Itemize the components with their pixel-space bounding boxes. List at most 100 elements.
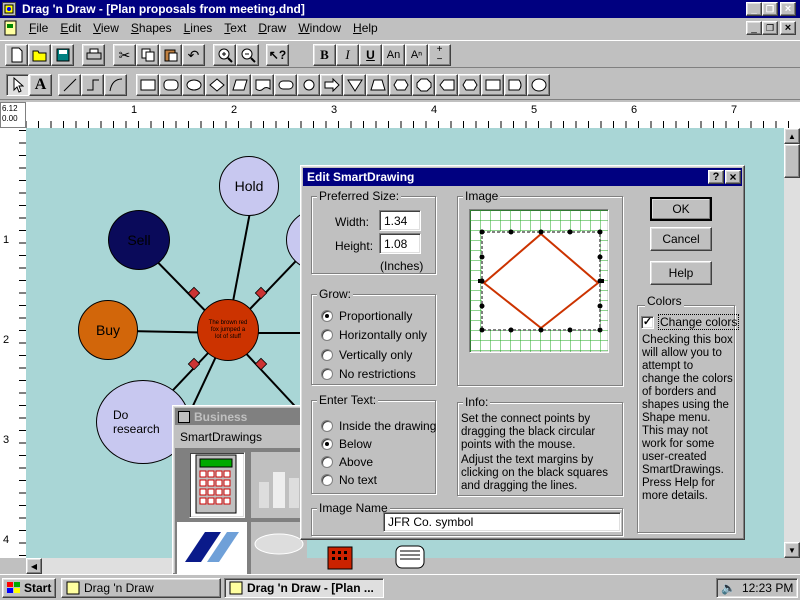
font-size-decrease[interactable]: − — [429, 55, 450, 65]
trapezoid-tool-icon[interactable] — [366, 74, 389, 96]
app-icon[interactable] — [2, 2, 16, 16]
underline-button[interactable]: U — [359, 44, 382, 66]
pointer-tool-icon[interactable] — [6, 74, 29, 96]
document-icon[interactable] — [3, 20, 21, 36]
dialog-help-icon[interactable]: ? — [708, 170, 724, 184]
gallery-item-logo-fax[interactable] — [177, 522, 247, 574]
italic-button[interactable]: I — [336, 44, 359, 66]
elbow-line-tool-icon[interactable] — [81, 74, 104, 96]
triangle-tool-icon[interactable] — [343, 74, 366, 96]
scroll-down-arrow-icon[interactable]: ▼ — [784, 542, 800, 558]
doc-restore-button[interactable]: ❐ — [762, 21, 778, 35]
doc-minimize-button[interactable]: _ — [746, 21, 762, 35]
coil-icon[interactable] — [388, 543, 432, 573]
grow-option-proportionally[interactable]: Proportionally — [321, 309, 412, 323]
copy-icon[interactable] — [136, 44, 159, 66]
paste-icon[interactable] — [159, 44, 182, 66]
vertical-scrollbar[interactable]: ▲ ▼ — [784, 128, 800, 558]
scroll-left-arrow-icon[interactable]: ◀ — [26, 558, 42, 574]
minimize-button[interactable]: _ — [746, 2, 762, 16]
dialog-title-bar[interactable]: Edit SmartDrawing ? × — [303, 168, 742, 186]
radio-above[interactable] — [321, 456, 333, 468]
doc-close-button[interactable]: × — [780, 21, 796, 35]
rounded-hex-tool-icon[interactable] — [458, 74, 481, 96]
hexagon-tool-icon[interactable] — [389, 74, 412, 96]
zoom-out-icon[interactable] — [236, 44, 259, 66]
octagon-tool-icon[interactable] — [412, 74, 435, 96]
menu-window[interactable]: Window — [292, 18, 347, 38]
flag-tool-icon[interactable] — [481, 74, 504, 96]
height-field[interactable] — [379, 233, 421, 254]
menu-edit[interactable]: Edit — [54, 18, 87, 38]
scroll-thumb[interactable] — [784, 144, 800, 178]
scroll-up-arrow-icon[interactable]: ▲ — [784, 128, 800, 144]
task-button-1[interactable]: Drag 'n Draw — [61, 578, 221, 598]
dialog-close-icon[interactable]: × — [725, 170, 741, 184]
text-option-below[interactable]: Below — [321, 437, 372, 451]
font-size-stepper[interactable]: + − — [428, 44, 451, 66]
node-center[interactable]: The brown red fox jumped a lot of stuff — [197, 299, 259, 361]
radio-horizontally[interactable] — [321, 329, 333, 341]
arrow-right-tool-icon[interactable] — [320, 74, 343, 96]
parallelogram-tool-icon[interactable] — [228, 74, 251, 96]
display-tool-icon[interactable] — [504, 74, 527, 96]
undo-icon[interactable]: ↶ — [182, 44, 205, 66]
close-button[interactable]: × — [780, 2, 796, 16]
business-panel-tab[interactable]: SmartDrawings — [180, 430, 262, 444]
rounded-rect-tool-icon[interactable] — [159, 74, 182, 96]
grow-option-horizontally[interactable]: Horizontally only — [321, 328, 427, 342]
menu-view[interactable]: View — [87, 18, 125, 38]
bold-button[interactable]: B — [313, 44, 336, 66]
width-field[interactable] — [379, 210, 421, 231]
cancel-button[interactable]: Cancel — [650, 227, 712, 251]
radio-proportionally[interactable] — [321, 310, 333, 322]
ok-button[interactable]: OK — [650, 197, 712, 221]
change-colors-checkbox[interactable]: ✓ — [641, 315, 654, 329]
change-colors-checkbox-row[interactable]: ✓ Change colors — [641, 314, 740, 330]
ellipse-tool-icon[interactable] — [182, 74, 205, 96]
clock[interactable]: 12:23 PM — [742, 581, 793, 595]
grow-option-no-restrictions[interactable]: No restrictions — [321, 367, 416, 381]
menu-file[interactable]: File — [23, 18, 54, 38]
menu-draw[interactable]: Draw — [252, 18, 292, 38]
text-tool-icon[interactable]: A — [29, 74, 52, 96]
radio-no-text[interactable] — [321, 474, 333, 486]
cut-icon[interactable]: ✂ — [113, 44, 136, 66]
curve-line-tool-icon[interactable] — [104, 74, 127, 96]
image-preview[interactable] — [469, 209, 609, 353]
task-button-2[interactable]: Drag 'n Draw - [Plan ... — [224, 578, 384, 598]
circle-small-tool-icon[interactable] — [527, 74, 550, 96]
speaker-icon[interactable]: 🔈 — [721, 581, 736, 595]
image-name-field[interactable] — [383, 512, 621, 532]
radio-no-restrictions[interactable] — [321, 368, 333, 380]
start-button[interactable]: Start — [2, 578, 56, 598]
subscript-button[interactable]: An — [382, 44, 405, 66]
gallery-item-calculator[interactable] — [189, 452, 245, 518]
radio-below[interactable] — [321, 438, 333, 450]
radio-vertically[interactable] — [321, 349, 333, 361]
open-icon[interactable] — [28, 44, 51, 66]
text-option-above[interactable]: Above — [321, 455, 373, 469]
superscript-button[interactable]: Aⁿ — [405, 44, 428, 66]
help-button[interactable]: Help — [650, 261, 712, 285]
text-option-inside[interactable]: Inside the drawing — [321, 419, 436, 433]
phone-icon[interactable] — [318, 543, 362, 573]
text-option-no-text[interactable]: No text — [321, 473, 377, 487]
terminator-tool-icon[interactable] — [274, 74, 297, 96]
document-shape-tool-icon[interactable] — [251, 74, 274, 96]
node-buy[interactable]: Buy — [78, 300, 138, 360]
menu-help[interactable]: Help — [347, 18, 384, 38]
menu-lines[interactable]: Lines — [178, 18, 219, 38]
menu-shapes[interactable]: Shapes — [125, 18, 178, 38]
gallery-item-badge[interactable] — [251, 522, 307, 574]
node-sell[interactable]: Sell — [108, 210, 170, 270]
line-tool-icon[interactable] — [58, 74, 81, 96]
diamond-tool-icon[interactable] — [205, 74, 228, 96]
gallery-item-building[interactable] — [251, 452, 307, 518]
business-panel-titlebar[interactable]: Business — [175, 408, 306, 425]
save-icon[interactable] — [51, 44, 74, 66]
menu-text[interactable]: Text — [218, 18, 252, 38]
grow-option-vertically[interactable]: Vertically only — [321, 348, 412, 362]
node-hold[interactable]: Hold — [219, 156, 279, 216]
restore-button[interactable]: ❐ — [762, 2, 778, 16]
